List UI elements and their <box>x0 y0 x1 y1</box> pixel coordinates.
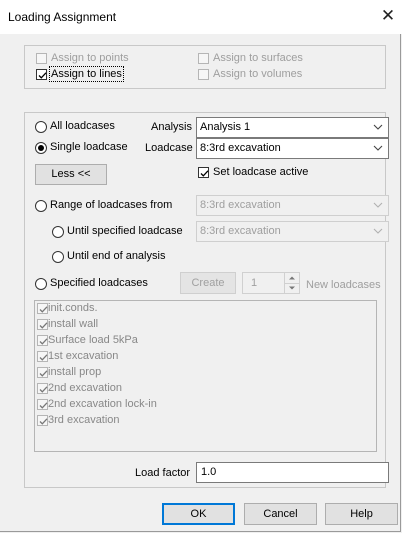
range-loadcases-label: Range of loadcases from <box>50 199 173 211</box>
range-from-value: 8:3rd excavation <box>200 199 281 211</box>
load-factor-value: 1.0 <box>201 466 217 478</box>
set-loadcase-active-label: Set loadcase active <box>213 166 309 178</box>
chevron-down-icon <box>373 228 383 234</box>
single-loadcase-label: Single loadcase <box>50 141 128 153</box>
list-item[interactable]: 3rd excavation <box>36 413 336 429</box>
load-factor-label: Load factor <box>135 467 191 479</box>
set-loadcase-active-checkbox[interactable] <box>198 167 209 178</box>
list-item-checkbox[interactable] <box>37 399 48 410</box>
assign-points-label: Assign to points <box>51 52 129 64</box>
specified-loadcases-label: Specified loadcases <box>50 277 148 289</box>
list-item-checkbox[interactable] <box>37 303 48 314</box>
list-item-label: 2nd excavation lock-in <box>48 398 157 410</box>
ok-button[interactable]: OK <box>162 503 235 525</box>
assign-points-checkbox[interactable] <box>36 53 47 64</box>
list-item-checkbox[interactable] <box>37 383 48 394</box>
loadcase-select[interactable]: 8:3rd excavation <box>196 138 389 159</box>
all-loadcases-radio[interactable] <box>35 121 47 133</box>
load-factor-input[interactable]: 1.0 <box>196 462 389 483</box>
loadcase-select-value: 8:3rd excavation <box>200 142 281 154</box>
all-loadcases-label: All loadcases <box>50 120 115 132</box>
until-specified-label: Until specified loadcase <box>67 225 183 237</box>
check-icon <box>38 72 47 79</box>
list-item[interactable]: install prop <box>36 365 336 381</box>
list-item[interactable]: Surface load 5kPa <box>36 333 336 349</box>
check-icon <box>200 170 209 177</box>
range-loadcases-radio[interactable] <box>35 200 47 212</box>
close-icon[interactable]: ✕ <box>378 6 398 26</box>
loadcase-count-spinner[interactable]: 1 <box>242 272 300 294</box>
assign-lines-label[interactable]: Assign to lines <box>49 66 124 82</box>
assign-surfaces-checkbox[interactable] <box>198 53 209 64</box>
list-item-label: install wall <box>48 318 99 330</box>
window-title: Loading Assignment <box>8 10 117 24</box>
loadcase-list: init.conds. install wall Surface load 5kPa… <box>34 301 377 451</box>
assign-volumes-checkbox[interactable] <box>198 69 209 80</box>
list-item-checkbox[interactable] <box>37 351 48 362</box>
loadcase-label: Loadcase <box>145 142 193 154</box>
specified-loadcases-radio[interactable] <box>35 278 47 290</box>
spinner-value: 1 <box>251 277 258 289</box>
until-specified-radio[interactable] <box>52 226 64 238</box>
list-item-label: 2nd excavation <box>48 382 122 394</box>
analysis-select-value: Analysis 1 <box>200 121 251 133</box>
list-item-label: init.conds. <box>48 302 98 314</box>
single-loadcase-radio[interactable] <box>35 142 47 154</box>
list-item-checkbox[interactable] <box>37 415 48 426</box>
list-item[interactable]: 1st excavation <box>36 349 336 365</box>
list-item[interactable]: 2nd excavation lock-in <box>36 397 336 413</box>
help-button[interactable]: Help <box>325 503 398 525</box>
list-item-label: install prop <box>48 366 102 378</box>
create-button[interactable]: Create <box>180 272 236 294</box>
list-item-checkbox[interactable] <box>37 335 48 346</box>
list-item-label: 3rd excavation <box>48 414 120 426</box>
until-specified-value: 8:3rd excavation <box>200 225 281 237</box>
cancel-button[interactable]: Cancel <box>244 503 317 525</box>
list-item[interactable]: init.conds. <box>36 301 336 317</box>
spinner-down-icon[interactable] <box>284 283 299 293</box>
range-from-select[interactable]: 8:3rd excavation <box>196 195 389 216</box>
analysis-label: Analysis <box>151 121 192 133</box>
until-specified-select[interactable]: 8:3rd excavation <box>196 221 389 242</box>
chevron-down-icon <box>373 202 383 208</box>
analysis-select[interactable]: Analysis 1 <box>196 117 389 138</box>
assign-lines-checkbox[interactable] <box>36 69 47 80</box>
chevron-down-icon <box>373 145 383 151</box>
list-item[interactable]: 2nd excavation <box>36 381 336 397</box>
list-item-label: 1st excavation <box>48 350 119 362</box>
list-item-label: Surface load 5kPa <box>48 334 138 346</box>
chevron-down-icon <box>373 124 383 130</box>
list-item-checkbox[interactable] <box>37 367 48 378</box>
assign-volumes-label: Assign to volumes <box>213 68 303 80</box>
until-end-radio[interactable] <box>52 251 64 263</box>
until-end-label: Until end of analysis <box>67 250 166 262</box>
new-loadcases-label: New loadcases <box>306 279 381 291</box>
list-item-checkbox[interactable] <box>37 319 48 330</box>
less-button[interactable]: Less << <box>35 164 107 185</box>
assign-surfaces-label: Assign to surfaces <box>213 52 303 64</box>
list-item[interactable]: install wall <box>36 317 336 333</box>
